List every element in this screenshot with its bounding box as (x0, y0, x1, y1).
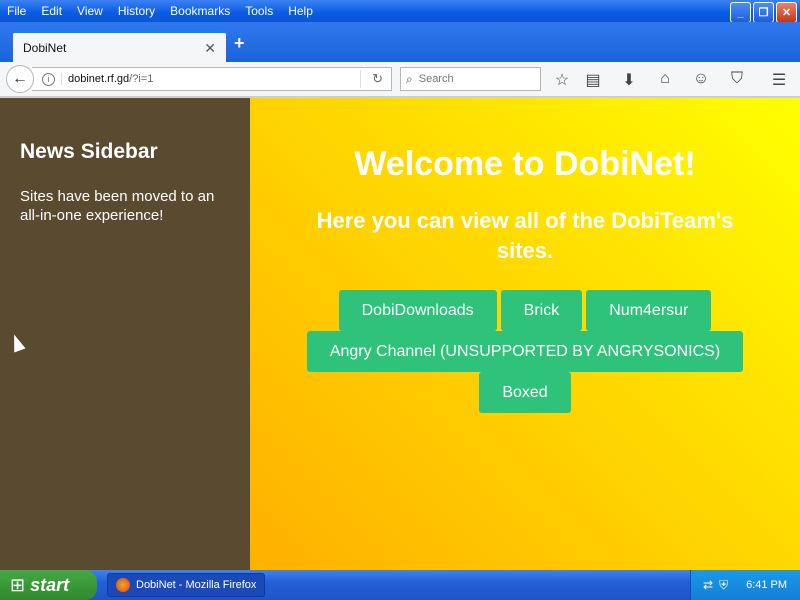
network-icon[interactable]: ⇄ (703, 578, 713, 592)
windows-logo-icon: ⊞ (10, 574, 26, 595)
site-button-group: DobiDownloads Brick Num4ersur Angry Chan… (305, 290, 745, 413)
tab-strip: DobiNet ✕ + (0, 22, 800, 62)
smiley-icon[interactable]: ☺ (691, 70, 711, 88)
menu-hamburger-icon[interactable]: ☰ (769, 70, 789, 90)
menu-tools[interactable]: Tools (245, 4, 273, 18)
security-shield-icon[interactable]: ⛨ (719, 578, 728, 593)
sidebar-title: News Sidebar (20, 140, 158, 163)
taskbar: ⊞ start DobiNet - Mozilla Firefox ⇄ ⛨ 6:… (0, 570, 800, 600)
firefox-icon (116, 578, 130, 592)
url-text: dobinet.rf.gd/?i=1 (61, 73, 153, 85)
menu-history[interactable]: History (118, 4, 155, 18)
downloads-icon[interactable]: ⬇ (619, 70, 639, 90)
angry-channel-button[interactable]: Angry Channel (UNSUPPORTED BY ANGRYSONIC… (306, 331, 744, 372)
start-label: start (30, 574, 70, 595)
url-separator (360, 70, 361, 88)
minimize-button[interactable]: _ (730, 2, 751, 23)
url-domain: dobinet.rf.gd (68, 73, 130, 85)
menu-bookmarks[interactable]: Bookmarks (170, 4, 230, 18)
menu-bar: File Edit View History Bookmarks Tools H… (0, 0, 800, 23)
tab-title: DobiNet (23, 40, 67, 55)
url-bar[interactable]: i dobinet.rf.gd/?i=1 ↻ (32, 67, 392, 91)
tab-dobinet[interactable]: DobiNet ✕ (13, 31, 226, 62)
menu-view[interactable]: View (77, 4, 103, 18)
window-controls: _ ❐ ✕ (730, 2, 797, 23)
bookmark-star-icon[interactable]: ☆ (552, 70, 572, 90)
brick-button[interactable]: Brick (500, 290, 583, 331)
url-path: /?i=1 (129, 73, 154, 85)
back-arrow-icon: ← (12, 70, 28, 87)
back-button[interactable]: ← (6, 65, 34, 93)
main-content: Welcome to DobiNet! Here you can view al… (250, 98, 800, 570)
page-subtitle: Here you can view all of the DobiTeam's … (316, 208, 734, 263)
navigation-bar: i dobinet.rf.gd/?i=1 ↻ ← ⌕ Search ☆ ▤ ⬇ … (0, 62, 800, 97)
home-icon[interactable]: ⌂ (655, 70, 675, 88)
news-sidebar: News Sidebar Sites have been moved to an… (0, 98, 250, 570)
menu-file[interactable]: File (7, 4, 26, 18)
num4ersur-button[interactable]: Num4ersur (586, 290, 712, 331)
search-input[interactable]: ⌕ Search (400, 67, 541, 91)
dobidownloads-button[interactable]: DobiDownloads (338, 290, 497, 331)
sidebar-text: Sites have been moved to an all-in-one e… (20, 188, 215, 224)
system-tray: ⇄ ⛨ 6:41 PM (690, 570, 800, 600)
start-button[interactable]: ⊞ start (0, 570, 97, 600)
menu-edit[interactable]: Edit (41, 4, 62, 18)
pocket-icon[interactable]: ⛉ (727, 70, 747, 88)
page-title: Welcome to DobiNet! (354, 145, 696, 183)
search-placeholder: Search (418, 73, 454, 85)
reload-icon[interactable]: ↻ (372, 71, 383, 87)
boxed-button[interactable]: Boxed (479, 372, 571, 413)
taskbar-item-firefox[interactable]: DobiNet - Mozilla Firefox (107, 573, 265, 597)
clock[interactable]: 6:41 PM (746, 579, 787, 591)
new-tab-icon[interactable]: + (234, 33, 245, 54)
restore-button[interactable]: ❐ (753, 2, 774, 23)
library-icon[interactable]: ▤ (583, 70, 603, 90)
taskbar-item-label: DobiNet - Mozilla Firefox (136, 579, 257, 591)
close-window-button[interactable]: ✕ (776, 2, 797, 23)
tab-close-icon[interactable]: ✕ (204, 40, 216, 57)
info-icon[interactable]: i (42, 72, 55, 86)
search-icon: ⌕ (406, 71, 413, 86)
menu-help[interactable]: Help (288, 4, 313, 18)
